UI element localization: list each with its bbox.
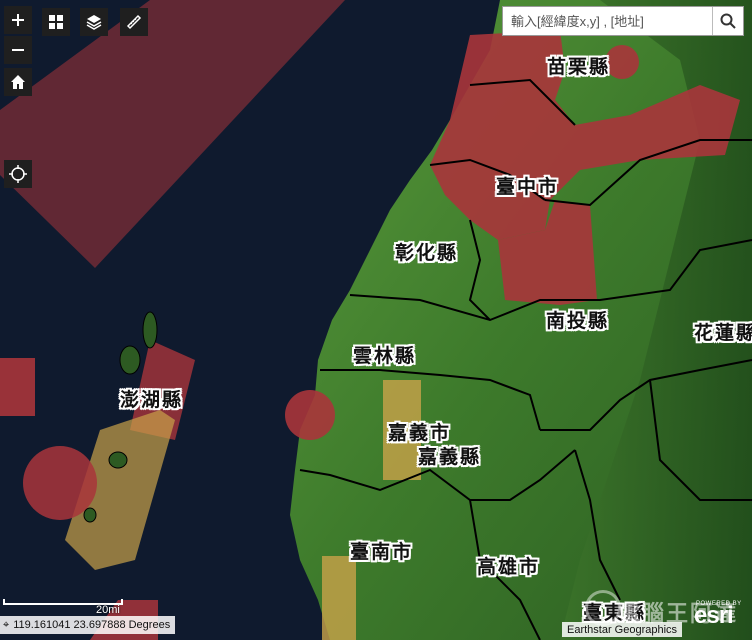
label-taichung: 臺中市 — [496, 176, 560, 198]
penghu-red-zone-west — [0, 358, 35, 416]
label-miaoli: 苗栗縣 — [547, 56, 611, 78]
tainan-yellow-zone — [322, 556, 356, 640]
label-tainan: 臺南市 — [350, 541, 414, 563]
search-button[interactable] — [712, 7, 743, 35]
grid-icon — [49, 15, 63, 29]
locate-button[interactable] — [4, 160, 32, 188]
home-icon — [11, 75, 25, 89]
home-button[interactable] — [4, 68, 32, 96]
zoom-out-button[interactable] — [4, 36, 32, 64]
penghu-red-circle — [23, 446, 97, 520]
minus-icon — [12, 49, 24, 51]
label-yunlin: 雲林縣 — [353, 345, 417, 367]
label-nantou: 南投縣 — [546, 310, 610, 332]
label-chiayi-county: 嘉義縣 — [418, 446, 482, 468]
label-kaohsiung: 高雄市 — [477, 556, 541, 578]
plus-icon — [12, 14, 24, 26]
label-hualien: 花蓮縣 — [694, 322, 752, 344]
layers-icon — [86, 15, 102, 30]
basemap-gallery-button[interactable] — [42, 8, 70, 36]
label-changhua: 彰化縣 — [395, 242, 459, 264]
coordinate-text: 119.161041 23.697888 Degrees — [13, 619, 171, 631]
zoom-in-button[interactable] — [4, 6, 32, 34]
coordinate-readout: ⌖ 119.161041 23.697888 Degrees — [0, 616, 176, 634]
attribution: Earthstar Geographics — [562, 622, 683, 637]
yunlin-red-circle — [285, 390, 335, 440]
search-bar — [502, 6, 744, 36]
layers-button[interactable] — [80, 8, 108, 36]
ruler-icon — [126, 14, 142, 30]
coordinate-crosshair-icon[interactable]: ⌖ — [3, 619, 9, 632]
crosshair-icon — [9, 165, 27, 183]
label-penghu: 澎湖縣 — [120, 389, 184, 411]
label-chiayi-city: 嘉義市 — [388, 422, 452, 444]
search-icon — [720, 13, 736, 29]
search-input[interactable] — [503, 7, 712, 35]
miaoli-red-circle — [605, 45, 639, 79]
esri-logo[interactable]: esri — [694, 604, 734, 628]
scale-label: 20mi — [96, 604, 120, 616]
measure-button[interactable] — [120, 8, 148, 36]
watermark-logo-icon — [585, 590, 621, 626]
